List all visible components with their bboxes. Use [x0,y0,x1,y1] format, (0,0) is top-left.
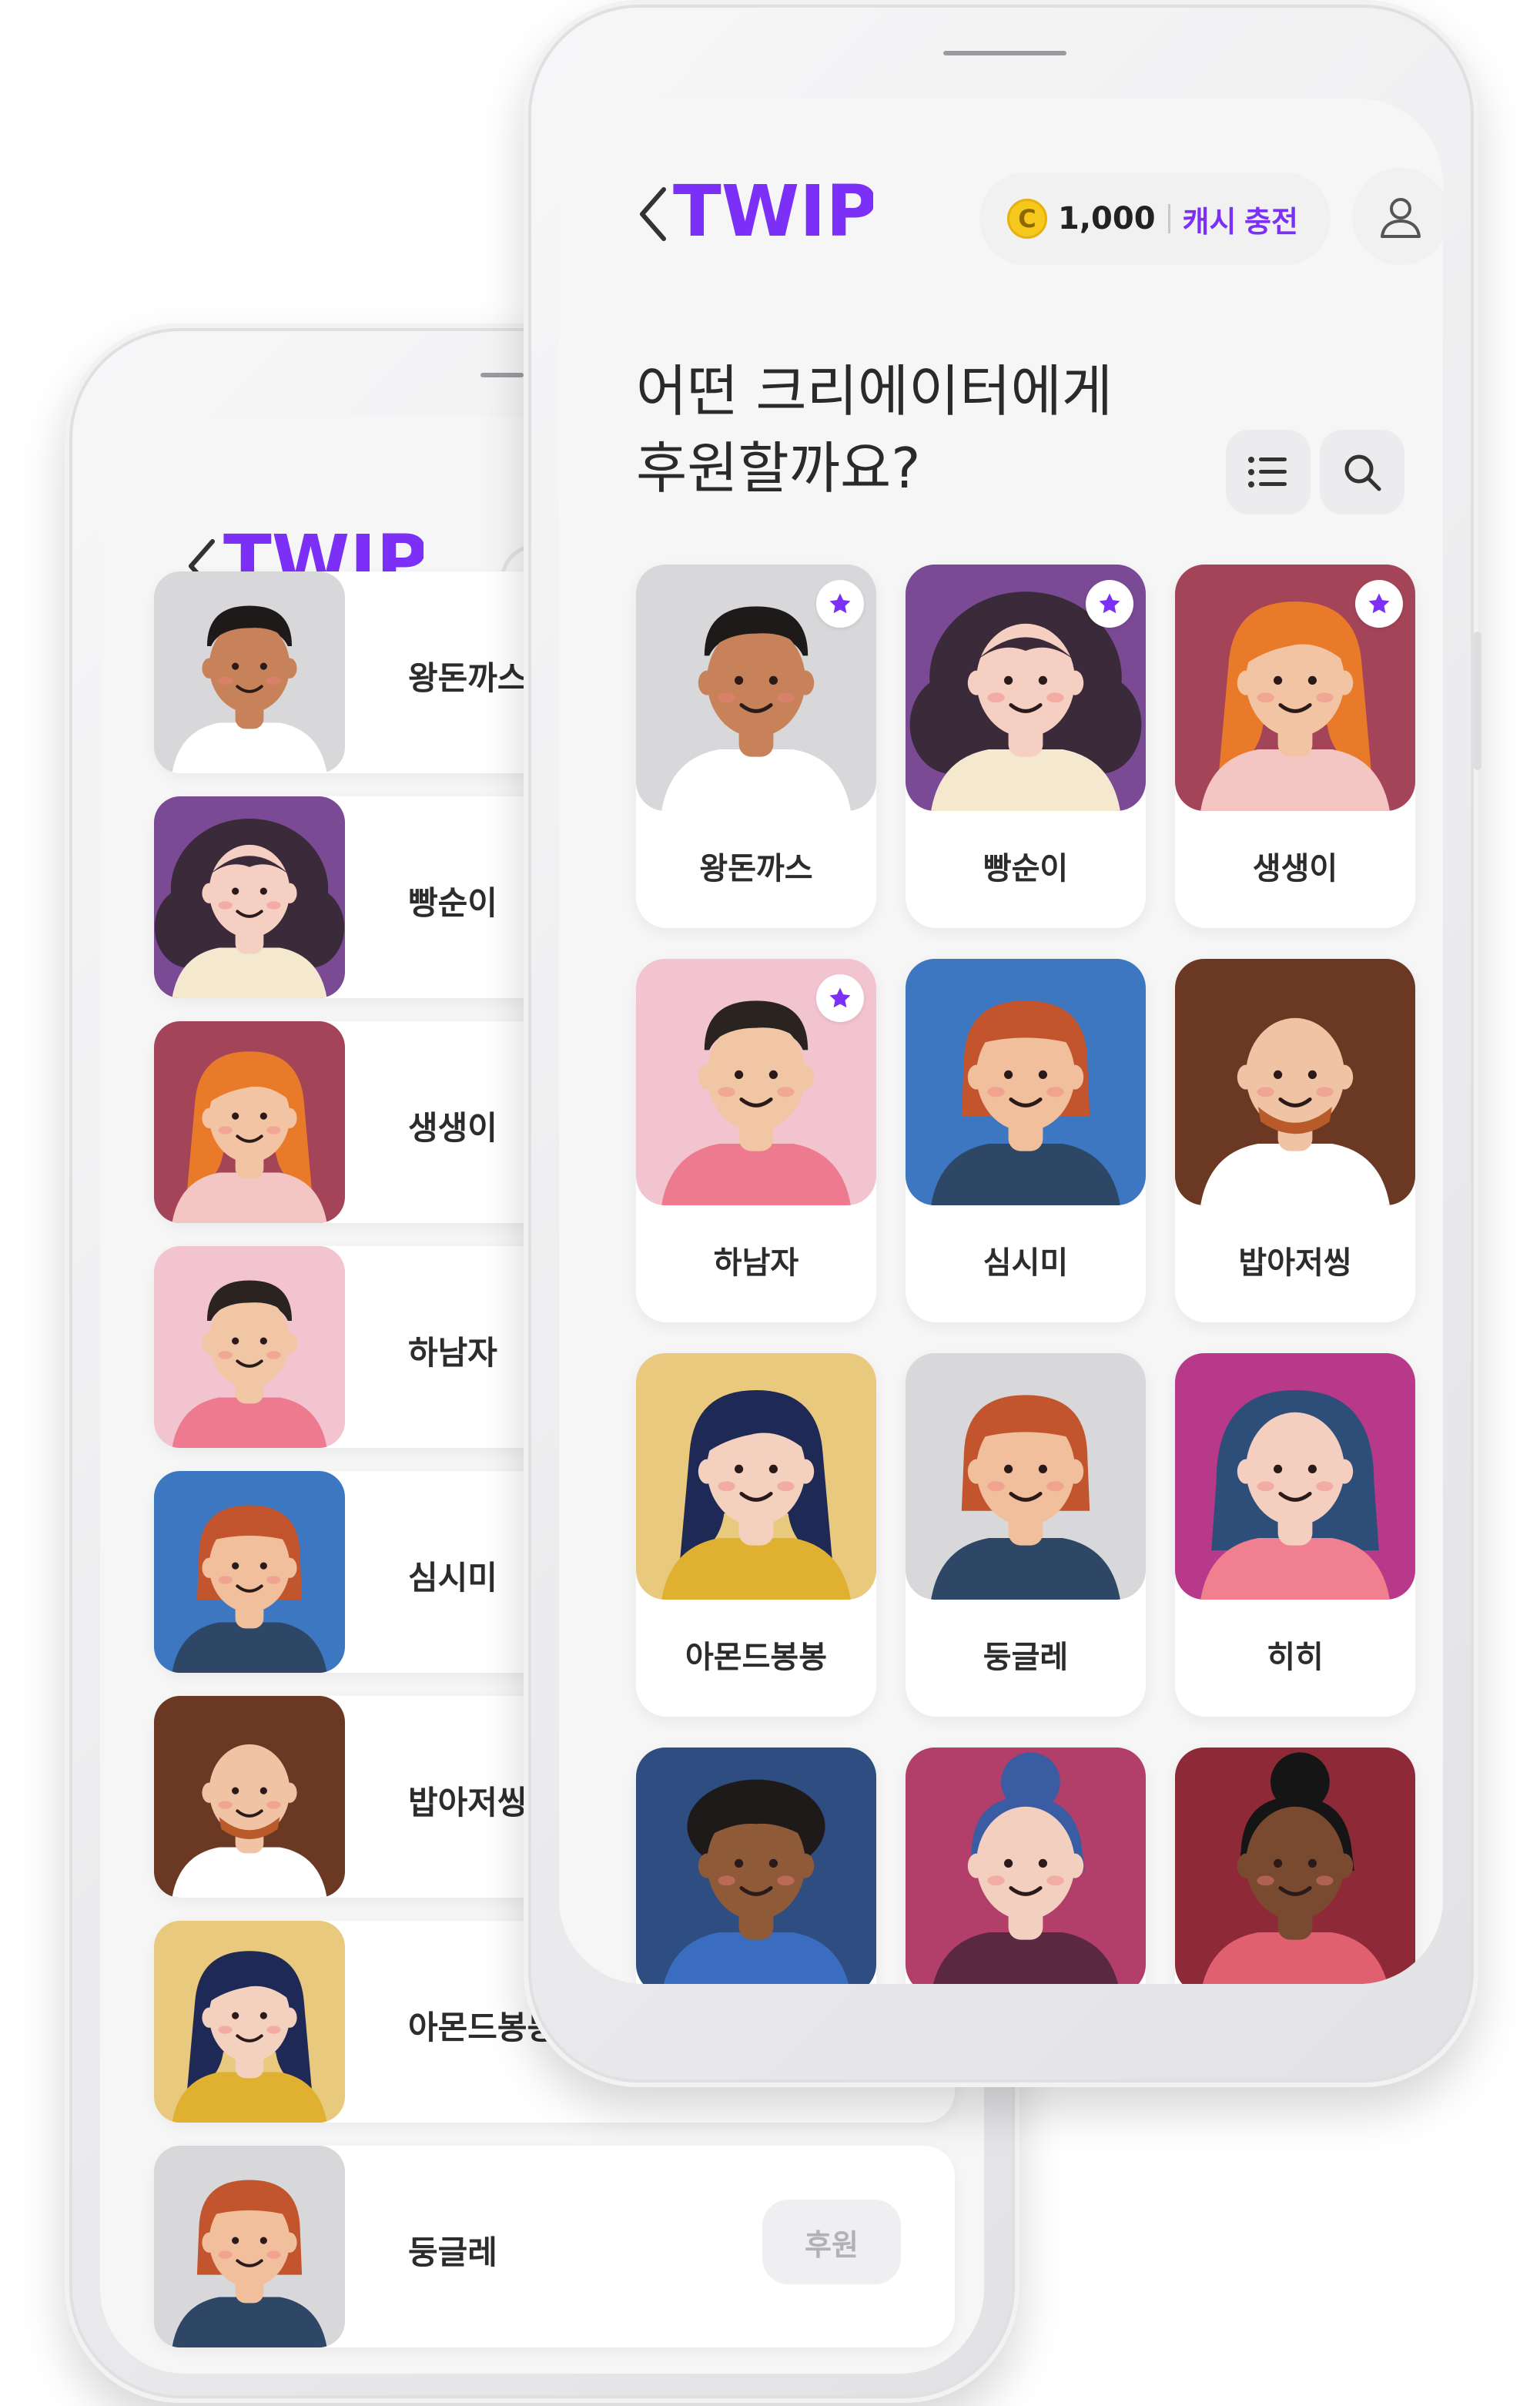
creator-name: 빵순이 [983,851,1069,886]
creator-avatar [154,571,345,773]
logo-text: TWIP [673,170,873,253]
creator-card[interactable]: 심시미 [906,959,1146,1322]
creator-name: 하남자 [713,1245,799,1281]
user-icon [1381,198,1421,238]
star-icon [816,580,864,628]
creator-card[interactable]: 밥아저씽 [1175,959,1415,1322]
creator-name: 왕돈까스 [408,659,527,697]
back-arrow-icon[interactable] [636,185,670,246]
creator-name: 생생이 [408,1109,497,1147]
creator-avatar [1175,959,1415,1205]
front-phone-mockup: TWIP C 1,000 캐시 충전 어떤 크리에이터에게 후원할까요? 왕돈까… [524,0,1481,2087]
creator-avatar [636,1353,876,1600]
creator-card[interactable]: 둥글레 [906,1353,1146,1717]
creator-name: 하남자 [408,1334,497,1372]
creator-card[interactable]: 아몬드봉봉 [636,1353,876,1717]
creator-avatar [154,1696,345,1898]
creator-avatar [154,1921,345,2123]
page-title-line2: 후원할까요? [636,436,921,501]
coin-icon: C [1007,199,1047,239]
creator-card[interactable]: 빵순이 [906,565,1146,928]
creator-avatar [1175,1353,1415,1600]
creator-avatar [1175,1748,1415,1984]
cash-balance-pill: C 1,000 캐시 충전 [979,173,1331,265]
profile-button[interactable] [1352,168,1443,265]
star-icon [816,974,864,1022]
creator-card[interactable]: 왕돈까스 [636,565,876,928]
star-icon [1086,580,1133,628]
creator-name: 밥아저씽 [408,1784,527,1821]
creator-avatar [154,1246,345,1448]
cash-charge-button[interactable]: 캐시 충전 [1183,198,1298,240]
speaker-grille [943,51,1066,55]
top-bar: TWIP C 1,000 캐시 충전 [559,99,1443,283]
page-title: 어떤 크리에이터에게 후원할까요? [636,353,1113,507]
creator-avatar [154,1471,345,1673]
creator-avatar [906,959,1146,1205]
creator-name: 밥아저씽 [1238,1245,1352,1281]
list-icon [1248,457,1287,488]
creator-card[interactable]: 하남자 [636,959,876,1322]
creator-avatar [906,1748,1146,1984]
creator-avatar [636,1748,876,1984]
creator-name: 왕돈까스 [699,851,813,886]
creator-avatar [906,1353,1146,1600]
search-button[interactable] [1320,430,1404,514]
side-button [1474,632,1481,770]
creator-name: 아몬드봉봉 [685,1640,827,1675]
page-title-line1: 어떤 크리에이터에게 [636,359,1113,424]
search-icon [1344,454,1381,491]
creator-list-item[interactable]: 둥글레 후원 [154,2146,955,2347]
creator-name: 빵순이 [408,884,497,922]
creator-name: 심시미 [983,1245,1069,1281]
cash-amount: 1,000 [1058,201,1156,236]
star-icon [1355,580,1403,628]
creator-name: 생생이 [1252,851,1338,886]
creator-card[interactable] [1175,1748,1415,1984]
divider [1167,204,1170,233]
creator-name: 둥글레 [408,2233,497,2271]
donate-button[interactable]: 후원 [762,2200,901,2284]
creator-name: 히히 [1267,1640,1324,1675]
creator-card[interactable]: 히히 [1175,1353,1415,1717]
creator-avatar [154,796,345,998]
creator-card[interactable]: 생생이 [1175,565,1415,928]
speaker-grille [480,373,524,377]
creator-name: 둥글레 [983,1640,1069,1675]
creator-avatar [154,1021,345,1223]
creator-card[interactable] [906,1748,1146,1984]
creator-card[interactable] [636,1748,876,1984]
list-view-button[interactable] [1226,430,1311,514]
creator-name: 심시미 [408,1559,497,1597]
creator-avatar [154,2146,345,2347]
front-phone-screen: TWIP C 1,000 캐시 충전 어떤 크리에이터에게 후원할까요? 왕돈까… [559,99,1443,1984]
twip-logo: TWIP [673,168,878,256]
